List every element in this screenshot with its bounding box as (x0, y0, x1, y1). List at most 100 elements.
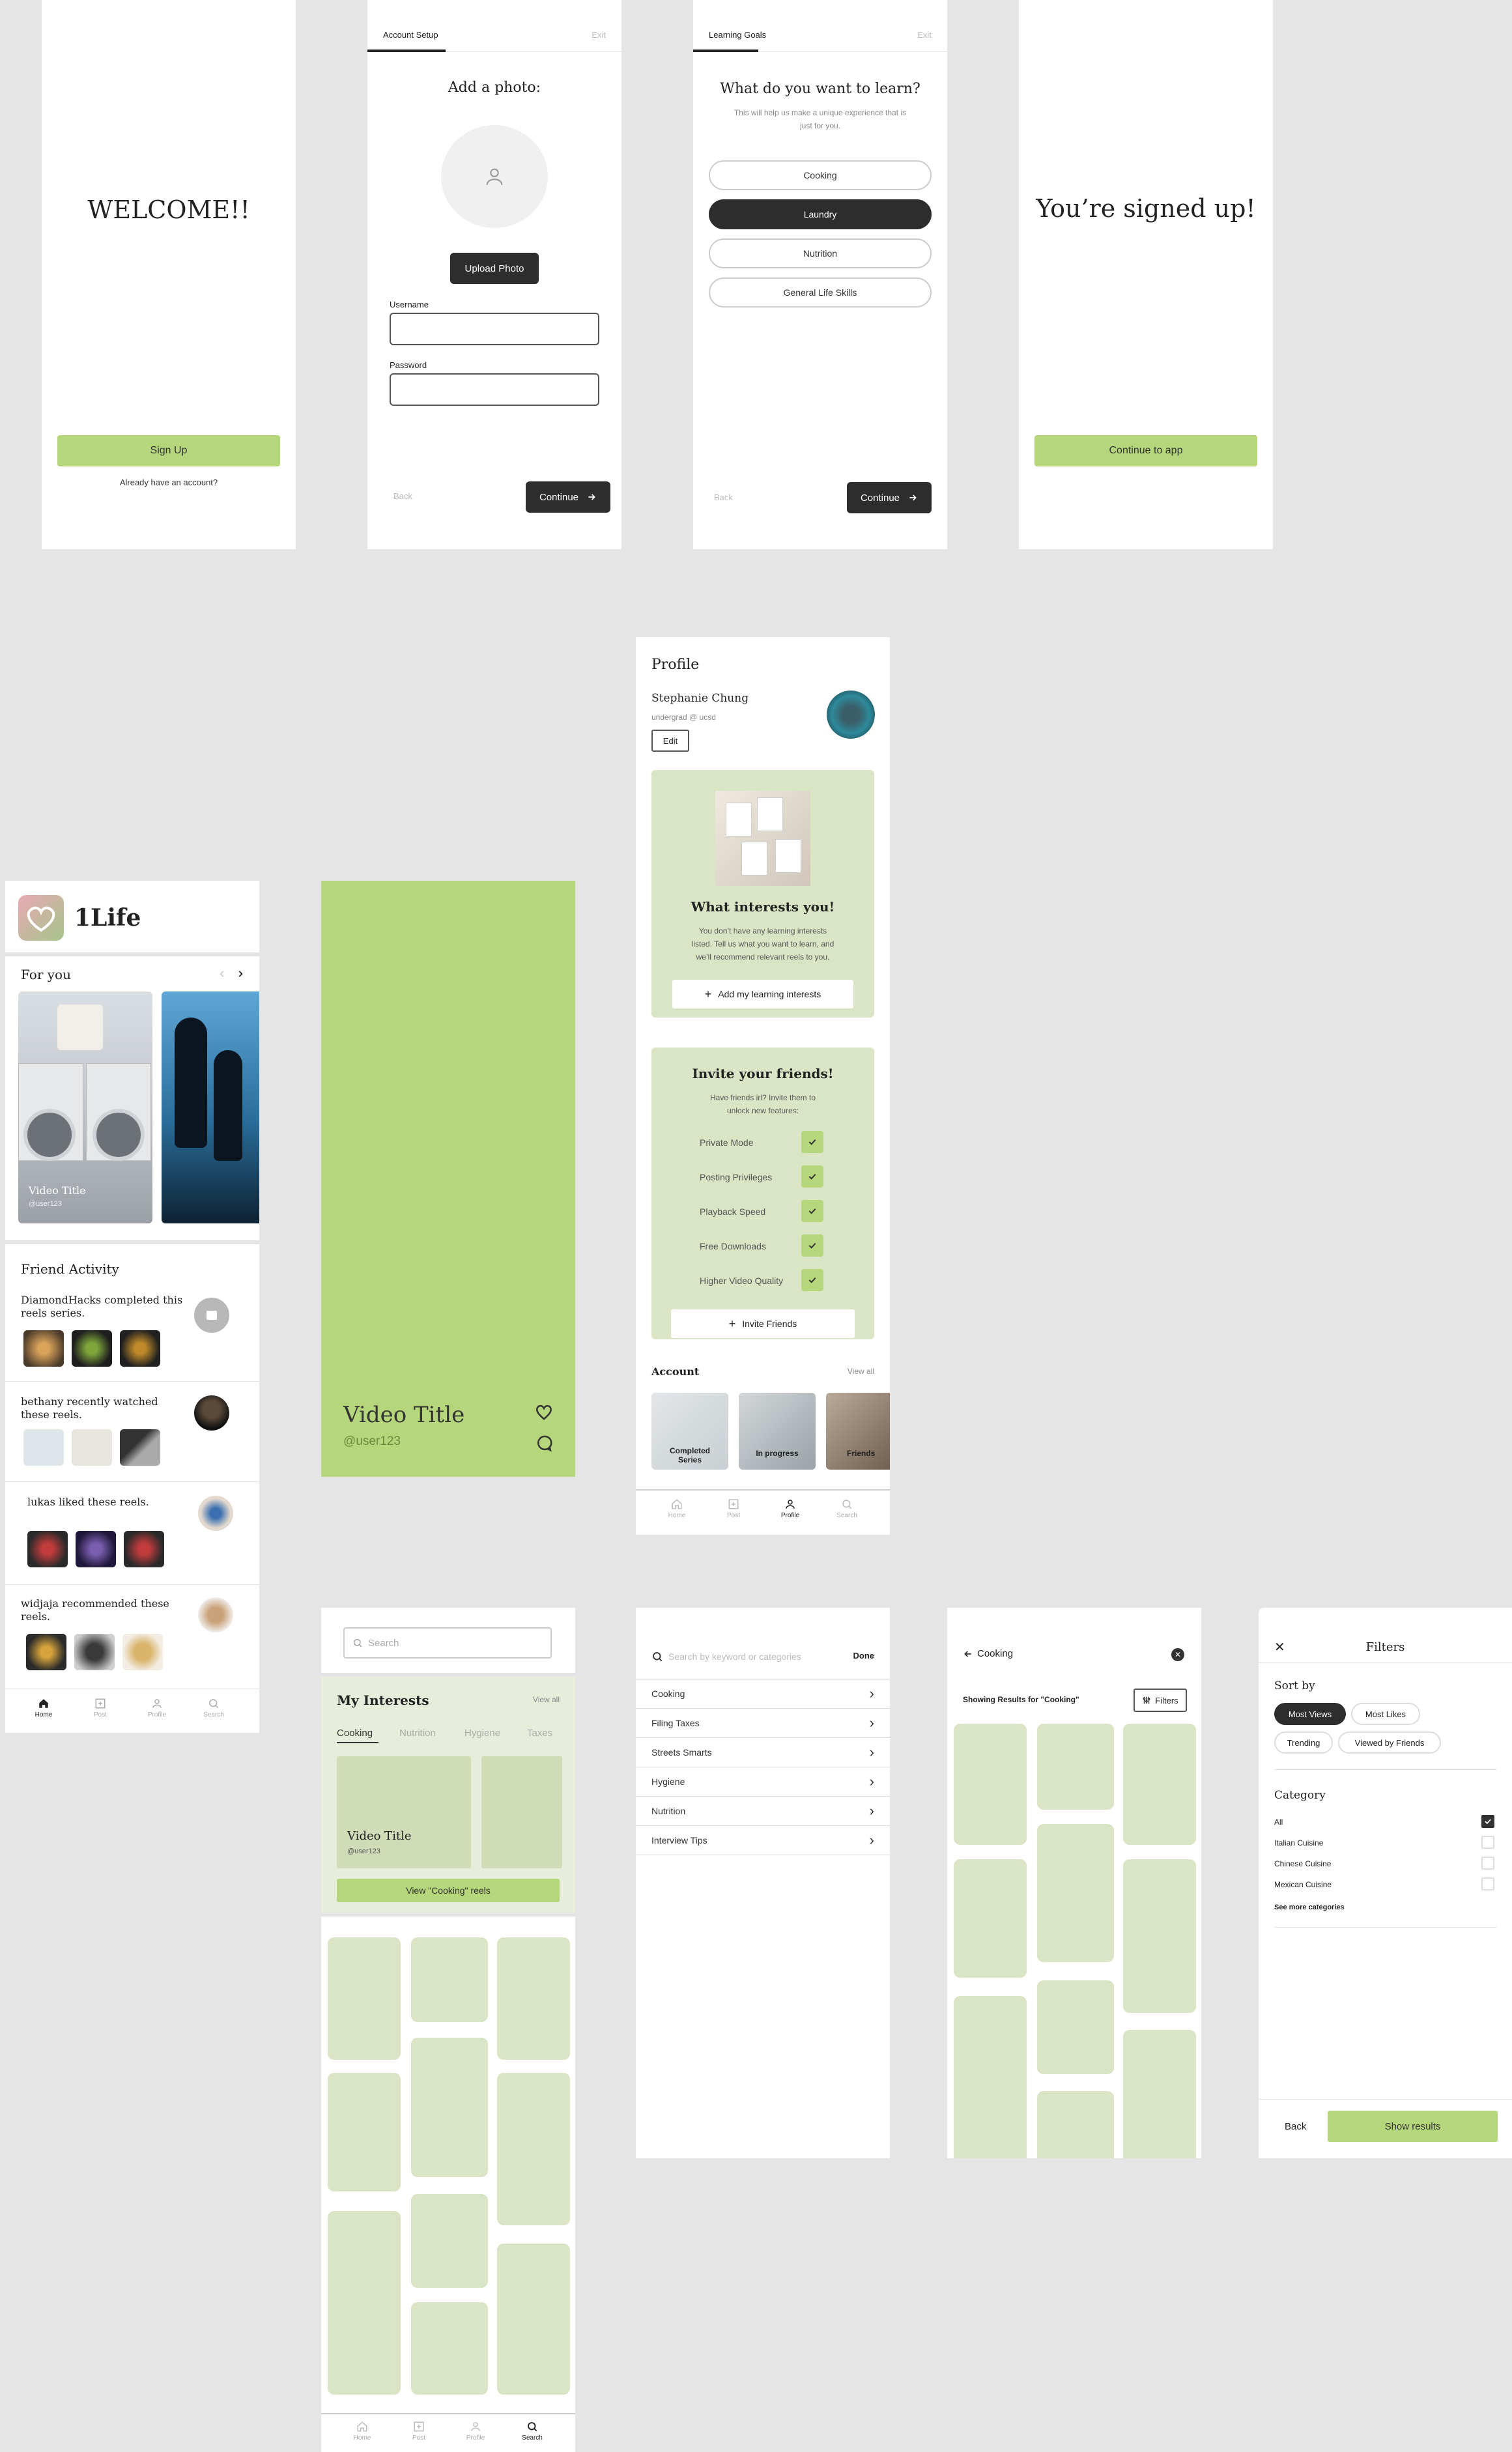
account-card-in-progress[interactable]: In progress (739, 1393, 816, 1470)
back-to-search[interactable]: Cooking (963, 1648, 1013, 1659)
upload-photo-button[interactable]: Upload Photo (450, 253, 539, 284)
nav-profile[interactable]: Profile (134, 1698, 180, 1718)
activity-thumb[interactable] (27, 1531, 68, 1567)
reel-tile[interactable] (411, 2194, 488, 2288)
result-tile[interactable] (954, 1859, 1027, 1978)
invite-friends-button[interactable]: + Invite Friends (671, 1309, 855, 1338)
nav-post[interactable]: Post (78, 1698, 123, 1718)
activity-thumb[interactable] (26, 1634, 66, 1670)
activity-thumb[interactable] (72, 1429, 112, 1466)
result-tile[interactable] (1037, 1724, 1114, 1810)
sort-most-views[interactable]: Most Views (1274, 1703, 1346, 1725)
activity-thumb[interactable] (74, 1634, 115, 1670)
reel-tile[interactable] (328, 1937, 401, 2060)
result-tile[interactable] (954, 1996, 1027, 2158)
nav-home[interactable]: Home (21, 1698, 66, 1718)
tab-taxes[interactable]: Taxes (527, 1728, 552, 1739)
video-screen[interactable]: Video Title @user123 (321, 881, 575, 1477)
password-field[interactable] (390, 373, 599, 406)
view-cooking-reels-button[interactable]: View "Cooking" reels (337, 1879, 560, 1902)
show-results-button[interactable]: Show results (1328, 2111, 1498, 2142)
option-laundry[interactable]: Laundry (709, 199, 932, 229)
activity-thumb[interactable] (120, 1429, 160, 1466)
search-bar[interactable]: Search (343, 1627, 552, 1659)
nav-home[interactable]: Home (339, 2421, 385, 2442)
heart-icon[interactable] (534, 1402, 554, 1421)
reel-tile[interactable] (411, 2038, 488, 2177)
result-tile[interactable] (1123, 2030, 1196, 2158)
nav-profile[interactable]: Profile (767, 1498, 813, 1519)
activity-thumb[interactable] (23, 1330, 64, 1367)
friend-avatar[interactable] (198, 1496, 233, 1531)
tab-nutrition[interactable]: Nutrition (399, 1728, 436, 1739)
reel-card[interactable]: Video Title @user123 (18, 991, 152, 1223)
category-row-nutrition[interactable]: Nutrition › (636, 1797, 890, 1826)
continue-button[interactable]: Continue (847, 482, 932, 513)
nav-post[interactable]: Post (396, 2421, 442, 2442)
reel-tile[interactable] (411, 2302, 488, 2395)
result-tile[interactable] (1037, 1824, 1114, 1962)
category-row-streets-smarts[interactable]: Streets Smarts › (636, 1738, 890, 1767)
account-view-all[interactable]: View all (848, 1367, 874, 1376)
nav-search[interactable]: Search (191, 1698, 236, 1718)
sign-up-button[interactable]: Sign Up (57, 435, 280, 466)
result-tile[interactable] (1123, 1859, 1196, 2013)
profile-avatar[interactable] (827, 691, 875, 739)
category-row-interview-tips[interactable]: Interview Tips › (636, 1826, 890, 1855)
sort-viewed-by-friends[interactable]: Viewed by Friends (1338, 1732, 1441, 1754)
activity-thumb[interactable] (76, 1531, 116, 1567)
done-button[interactable]: Done (853, 1651, 875, 1661)
activity-thumb[interactable] (23, 1429, 64, 1466)
back-link[interactable]: Back (714, 492, 733, 502)
back-button[interactable]: Back (1285, 2121, 1306, 2132)
category-row-cooking[interactable]: Cooking › (636, 1679, 890, 1709)
friend-avatar[interactable] (198, 1597, 233, 1632)
avatar-placeholder[interactable] (441, 125, 548, 228)
option-general-life-skills[interactable]: General Life Skills (709, 278, 932, 307)
interest-reel-card[interactable]: Video Title @user123 (337, 1756, 471, 1868)
reel-tile[interactable] (411, 1937, 488, 2022)
nav-search[interactable]: Search (824, 1498, 870, 1519)
filters-button[interactable]: Filters (1134, 1689, 1187, 1712)
option-cooking[interactable]: Cooking (709, 160, 932, 190)
activity-thumb[interactable] (124, 1531, 164, 1567)
username-field[interactable] (390, 313, 599, 345)
nav-profile[interactable]: Profile (453, 2421, 498, 2442)
exit-link[interactable]: Exit (917, 30, 932, 40)
edit-button[interactable]: Edit (651, 730, 689, 752)
back-link[interactable]: Back (393, 491, 412, 501)
continue-button[interactable]: Continue (526, 481, 610, 513)
category-row-hygiene[interactable]: Hygiene › (636, 1767, 890, 1797)
result-tile[interactable] (954, 1724, 1027, 1845)
checkbox[interactable] (1481, 1877, 1494, 1890)
activity-thumb[interactable] (120, 1330, 160, 1367)
tab-cooking[interactable]: Cooking (337, 1728, 373, 1739)
nav-search[interactable]: Search (509, 2421, 555, 2442)
chevron-left-icon[interactable] (218, 969, 227, 978)
reel-tile[interactable] (497, 2073, 570, 2225)
add-interests-button[interactable]: + Add my learning interests (672, 980, 853, 1008)
interest-reel-card[interactable] (481, 1756, 562, 1868)
sort-most-likes[interactable]: Most Likes (1351, 1703, 1420, 1725)
nav-post[interactable]: Post (711, 1498, 756, 1519)
result-tile[interactable] (1037, 2091, 1114, 2158)
reel-tile[interactable] (328, 2211, 401, 2395)
reel-tile[interactable] (497, 1937, 570, 2060)
clear-icon[interactable]: ✕ (1171, 1648, 1184, 1661)
result-tile[interactable] (1037, 1980, 1114, 2074)
comment-icon[interactable] (534, 1433, 554, 1453)
category-row-filing-taxes[interactable]: Filing Taxes › (636, 1709, 890, 1738)
continue-to-app-button[interactable]: Continue to app (1034, 435, 1257, 466)
category-search[interactable]: Search by keyword or categories (651, 1647, 827, 1666)
reel-tile[interactable] (328, 2073, 401, 2191)
checkbox[interactable] (1481, 1857, 1494, 1870)
account-card-completed[interactable]: Completed Series (651, 1393, 728, 1470)
activity-thumb[interactable] (122, 1634, 163, 1670)
exit-link[interactable]: Exit (592, 30, 606, 40)
friend-avatar[interactable] (194, 1395, 229, 1431)
sort-trending[interactable]: Trending (1274, 1732, 1333, 1754)
tab-account-setup[interactable]: Account Setup (383, 30, 438, 40)
interests-view-all[interactable]: View all (533, 1695, 560, 1704)
activity-thumb[interactable] (72, 1330, 112, 1367)
tab-learning-goals[interactable]: Learning Goals (709, 30, 766, 40)
